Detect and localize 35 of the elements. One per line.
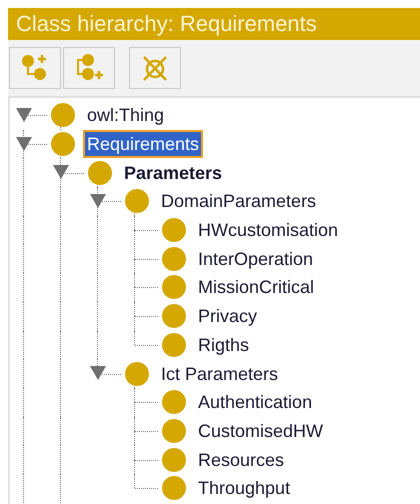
add-sibling-icon bbox=[74, 53, 104, 83]
class-icon bbox=[88, 160, 112, 185]
class-icon bbox=[162, 418, 186, 443]
class-label[interactable]: Rigths bbox=[196, 332, 252, 357]
class-label[interactable]: Requirements bbox=[85, 132, 202, 156]
class-icon bbox=[162, 476, 186, 500]
class-label[interactable]: Authentication bbox=[196, 390, 314, 414]
expanded-arrow-icon[interactable] bbox=[90, 366, 106, 380]
class-icon bbox=[51, 103, 75, 128]
class-icon bbox=[162, 275, 186, 300]
class-icon bbox=[125, 362, 149, 386]
class-icon bbox=[51, 132, 75, 156]
class-label[interactable]: Privacy bbox=[196, 304, 260, 328]
class-icon bbox=[162, 448, 186, 472]
class-label[interactable]: CustomisedHW bbox=[196, 418, 326, 443]
class-icon bbox=[162, 304, 186, 328]
class-icon bbox=[162, 218, 186, 242]
class-label[interactable]: HWcustomisation bbox=[196, 218, 340, 242]
expanded-arrow-icon[interactable] bbox=[90, 194, 106, 208]
class-icon bbox=[162, 332, 186, 357]
class-label[interactable]: Resources bbox=[196, 448, 286, 472]
class-label[interactable]: MissionCritical bbox=[196, 275, 316, 300]
class-label[interactable]: owl:Thing bbox=[85, 103, 166, 128]
panel-title: Class hierarchy: Requirements bbox=[8, 8, 420, 40]
class-icon bbox=[162, 390, 186, 414]
class-label[interactable]: InterOperation bbox=[196, 246, 316, 271]
class-icon bbox=[162, 246, 186, 271]
class-label[interactable]: Parameters bbox=[122, 160, 224, 185]
expanded-arrow-icon[interactable] bbox=[16, 136, 32, 151]
expanded-arrow-icon[interactable] bbox=[16, 108, 32, 122]
class-label[interactable]: Throughput bbox=[196, 476, 292, 500]
class-label[interactable]: Ict Parameters bbox=[159, 362, 280, 386]
expanded-arrow-icon[interactable] bbox=[53, 165, 69, 180]
class-label[interactable]: DomainParameters bbox=[159, 189, 318, 214]
class-icon bbox=[125, 189, 149, 214]
